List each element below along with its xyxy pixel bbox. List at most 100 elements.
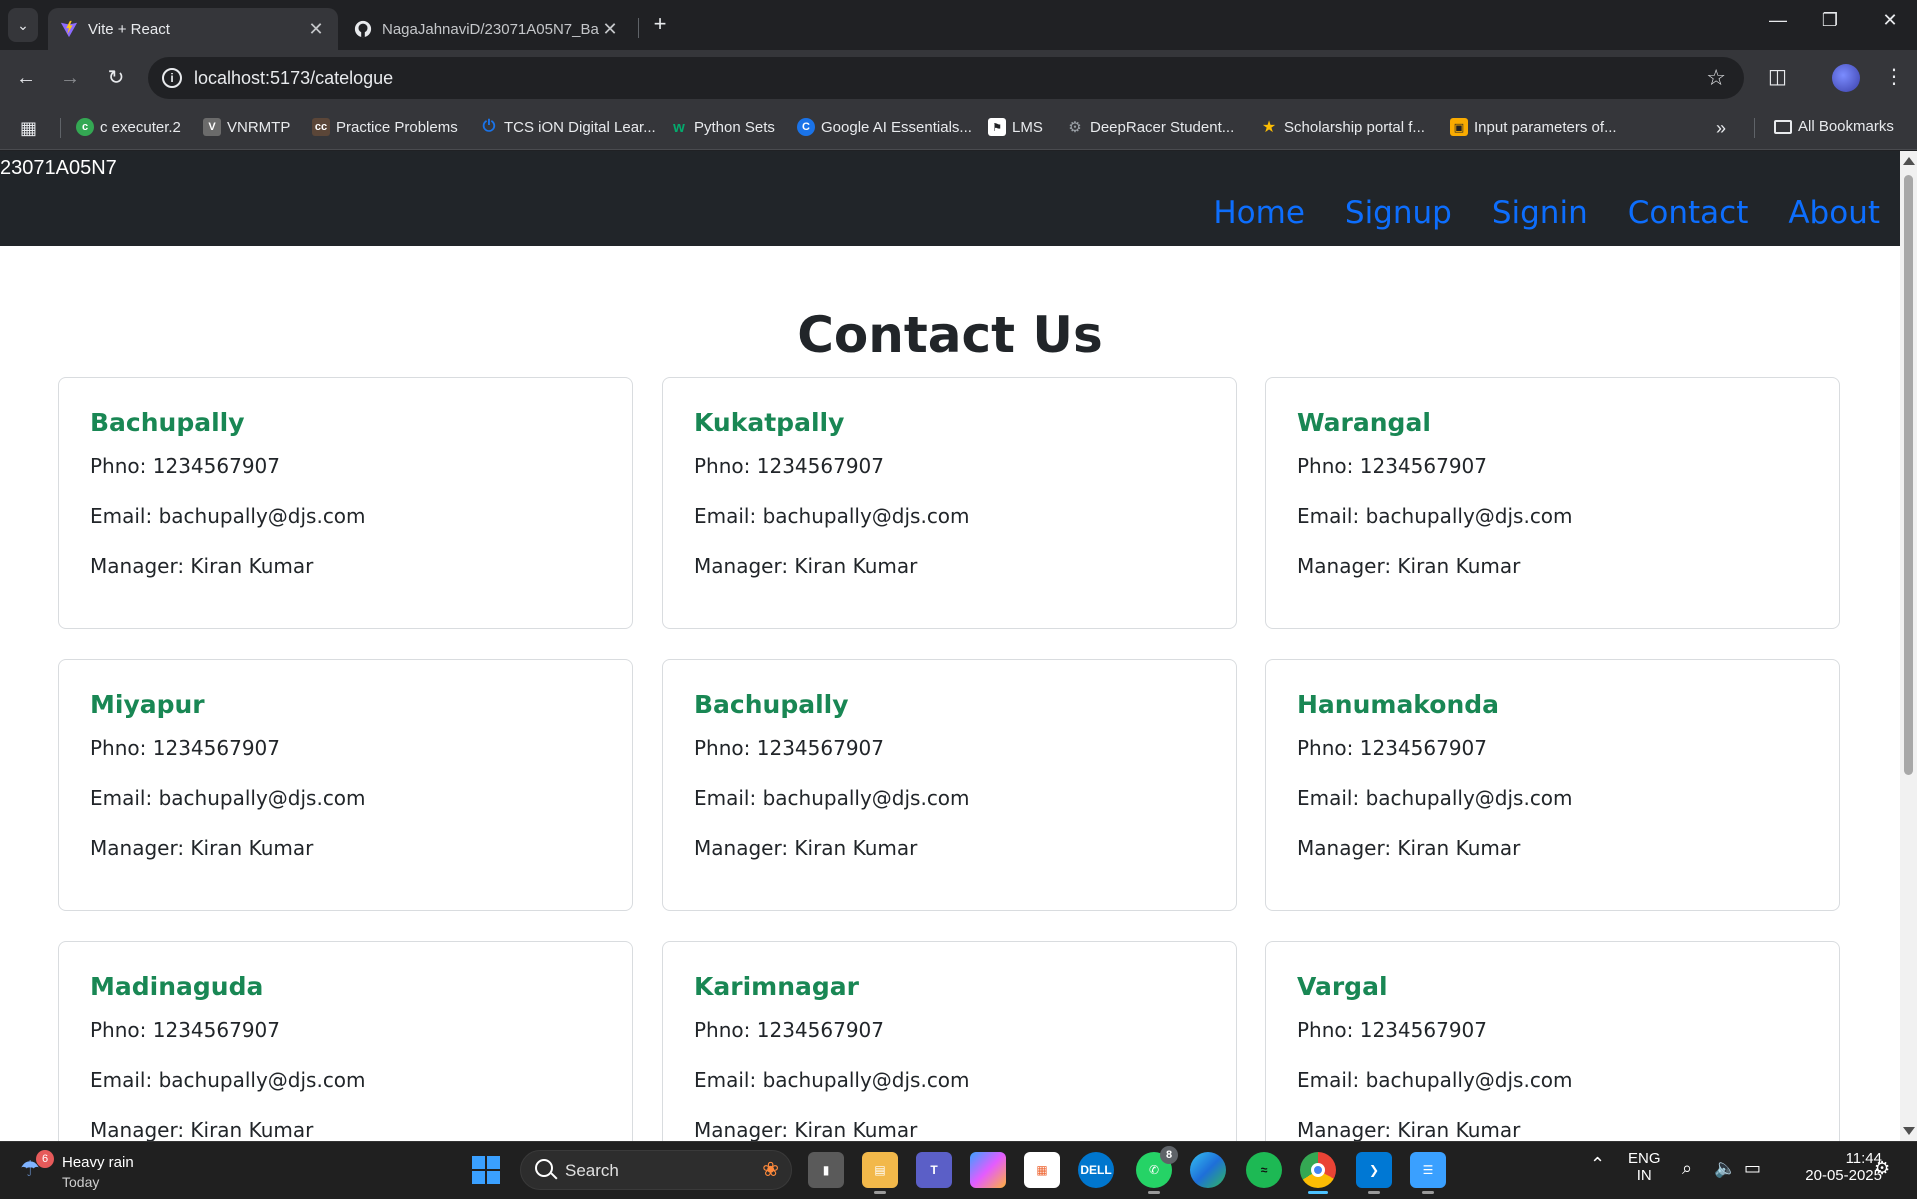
battery-icon[interactable]: ▭ (1744, 1158, 1761, 1179)
branch-card: Miyapur Phno: 1234567907 Email: bachupal… (58, 659, 633, 911)
language-indicator[interactable]: ENG IN (1628, 1150, 1661, 1184)
close-window-icon[interactable]: ✕ (1870, 10, 1910, 31)
bookmark-item[interactable]: ⏻ TCS iON Digital Lear... (480, 118, 656, 136)
restore-icon[interactable]: ❐ (1810, 10, 1850, 31)
browser-tab-active[interactable]: Vite + React ✕ (48, 8, 338, 50)
bookmark-label: Practice Problems (336, 118, 458, 136)
new-tab-button[interactable]: + (650, 12, 670, 36)
bookmark-item[interactable]: ▣ Input parameters of... (1450, 118, 1617, 136)
file-explorer-icon[interactable]: ▤ (862, 1152, 898, 1194)
page-scrollbar[interactable] (1900, 151, 1917, 1141)
nav-link-about[interactable]: About (1788, 195, 1880, 231)
branch-email: Email: bachupally@djs.com (1297, 1068, 1573, 1092)
bookmark-label: Input parameters of... (1474, 118, 1617, 136)
chevron-down-icon: ⌄ (17, 16, 29, 33)
scrollbar-thumb[interactable] (1904, 175, 1913, 775)
all-bookmarks-label: All Bookmarks (1798, 118, 1894, 135)
dell-icon[interactable]: DELL (1078, 1152, 1114, 1188)
bookmark-item[interactable]: V VNRMTP (203, 118, 290, 136)
branch-email: Email: bachupally@djs.com (694, 1068, 970, 1092)
address-url[interactable]: localhost:5173/catelogue (194, 68, 393, 89)
c-executer-icon: c (76, 118, 94, 136)
nav-link-signup[interactable]: Signup (1345, 195, 1452, 231)
clock-time: 11:44 (1845, 1150, 1882, 1167)
clock[interactable]: 11:44 20-05-2025 (1782, 1150, 1882, 1184)
branch-phone: Phno: 1234567907 (694, 1018, 884, 1042)
edge-icon[interactable] (1190, 1152, 1226, 1188)
close-tab-icon[interactable]: ✕ (600, 19, 620, 40)
site-header: 23071A05N7 Home Signup Signin Contact Ab… (0, 151, 1900, 246)
volume-icon[interactable]: 🔈 (1714, 1158, 1736, 1179)
branch-phone: Phno: 1234567907 (90, 454, 280, 478)
weather-badge: 6 (36, 1150, 54, 1168)
site-info-icon[interactable]: i (162, 68, 182, 88)
more-bookmarks-icon[interactable]: » (1716, 118, 1726, 139)
profile-avatar[interactable] (1832, 64, 1860, 92)
whatsapp-icon[interactable]: ✆ 8 (1136, 1146, 1178, 1194)
branch-manager: Manager: Kiran Kumar (90, 554, 314, 578)
notepad-icon[interactable]: ☰ (1410, 1152, 1446, 1194)
spotify-icon[interactable]: ≈ (1246, 1152, 1282, 1188)
branch-name: Karimnagar (694, 972, 859, 1001)
back-arrow-icon[interactable]: ← (12, 64, 40, 92)
scroll-down-arrow-icon[interactable] (1903, 1127, 1915, 1135)
address-bar[interactable]: i localhost:5173/catelogue ☆ (148, 57, 1744, 99)
browser-tab-inactive[interactable]: NagaJahnaviD/23071A05N7_Ba ✕ (342, 8, 632, 50)
bookmark-label: Scholarship portal f... (1284, 118, 1425, 136)
branch-name: Hanumakonda (1297, 690, 1500, 719)
menu-kebab-icon[interactable]: ⋮ (1884, 64, 1904, 89)
taskbar-search[interactable]: Search ❀ (520, 1150, 792, 1190)
branch-email: Email: bachupally@djs.com (90, 786, 366, 810)
vscode-icon[interactable]: ❯ (1356, 1152, 1392, 1194)
site-brand[interactable]: 23071A05N7 (0, 157, 117, 180)
reload-icon[interactable]: ↻ (102, 64, 130, 92)
branch-name: Madinaguda (90, 972, 264, 1001)
codechef-icon: cc (312, 118, 330, 136)
nav-link-signin[interactable]: Signin (1492, 195, 1588, 231)
bookmark-item[interactable]: C Google AI Essentials... (797, 118, 972, 136)
bookmark-item[interactable]: c c executer.2 (76, 118, 181, 136)
minimize-icon[interactable]: — (1758, 10, 1798, 31)
bookmark-item[interactable]: ⚑ LMS (988, 118, 1043, 136)
branch-email: Email: bachupally@djs.com (90, 1068, 366, 1092)
branch-card: Karimnagar Phno: 1234567907 Email: bachu… (662, 941, 1237, 1141)
branch-card: Hanumakonda Phno: 1234567907 Email: bach… (1265, 659, 1840, 911)
branch-phone: Phno: 1234567907 (694, 736, 884, 760)
windows-start-icon[interactable] (468, 1152, 504, 1188)
bookmark-label: Google AI Essentials... (821, 118, 972, 136)
nav-link-contact[interactable]: Contact (1628, 195, 1749, 231)
bookmark-item[interactable]: ★ Scholarship portal f... (1260, 118, 1425, 137)
bookmark-label: Python Sets (694, 118, 775, 136)
forward-arrow-icon[interactable]: → (56, 64, 84, 92)
close-tab-icon[interactable]: ✕ (306, 19, 326, 40)
task-view-icon[interactable]: ▮ (808, 1152, 844, 1188)
apps-grid-icon[interactable]: ▦ (20, 118, 37, 139)
extensions-icon[interactable]: ◫ (1768, 64, 1787, 89)
branch-manager: Manager: Kiran Kumar (90, 836, 314, 860)
copilot-icon[interactable] (970, 1152, 1006, 1188)
search-label: Search (565, 1161, 619, 1180)
windows-taskbar: ☂ 6 Heavy rain Today Search ❀ ▮ ▤ T ▦ DE… (0, 1141, 1917, 1199)
show-hidden-icons-icon[interactable]: ⌃ (1590, 1154, 1605, 1175)
nav-link-home[interactable]: Home (1213, 195, 1305, 231)
branch-phone: Phno: 1234567907 (1297, 1018, 1487, 1042)
coursera-icon: C (797, 118, 815, 136)
folder-icon (1774, 119, 1792, 134)
tab-search-button[interactable]: ⌄ (8, 8, 38, 42)
branch-phone: Phno: 1234567907 (90, 1018, 280, 1042)
bookmark-item[interactable]: ⚙ DeepRacer Student... (1066, 118, 1234, 137)
branch-phone: Phno: 1234567907 (1297, 736, 1487, 760)
bookmark-item[interactable]: cc Practice Problems (312, 118, 458, 136)
branch-manager: Manager: Kiran Kumar (90, 1118, 314, 1141)
microsoft-store-icon[interactable]: ▦ (1024, 1152, 1060, 1188)
chrome-icon[interactable] (1300, 1152, 1336, 1194)
bookmark-star-icon[interactable]: ☆ (1706, 65, 1726, 91)
scroll-up-arrow-icon[interactable] (1903, 157, 1915, 165)
teams-icon[interactable]: T (916, 1152, 952, 1188)
all-bookmarks-button[interactable]: All Bookmarks (1774, 118, 1894, 135)
bookmark-item[interactable]: w Python Sets (670, 118, 775, 136)
package-icon: ▣ (1450, 118, 1468, 136)
browser-toolbar: ← → ↻ i localhost:5173/catelogue ☆ ◫ ⋮ (0, 50, 1917, 106)
wifi-icon[interactable]: ⌕ (1682, 1158, 1692, 1179)
notifications-icon[interactable]: ⚙ (1874, 1158, 1890, 1179)
